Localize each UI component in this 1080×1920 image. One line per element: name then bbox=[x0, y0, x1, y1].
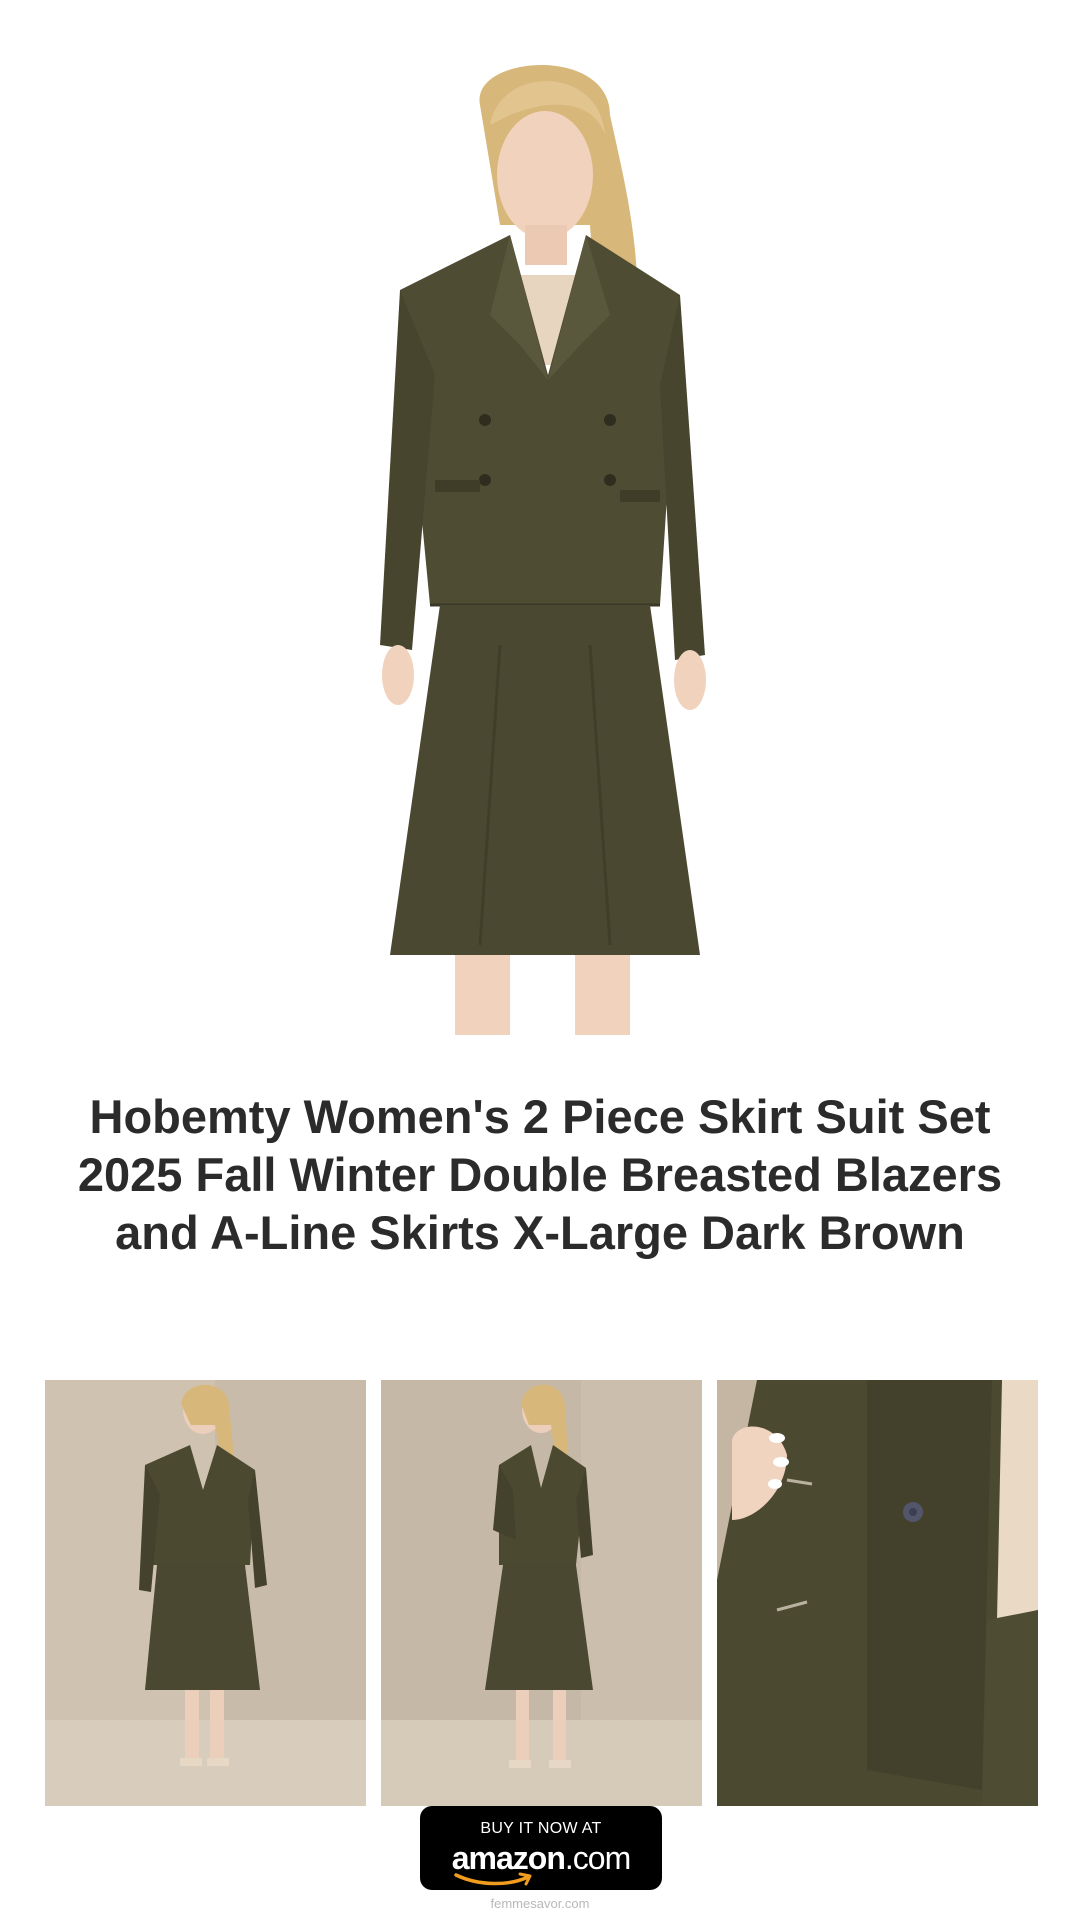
amazon-logo-tld: .com bbox=[564, 1840, 631, 1876]
buy-button-caption: BUY IT NOW AT bbox=[480, 1820, 602, 1837]
woman-in-olive-skirt-suit-image bbox=[380, 65, 706, 1035]
thumbnail-detail-view[interactable] bbox=[717, 1380, 1038, 1806]
thumbnail-front-view[interactable] bbox=[45, 1380, 366, 1806]
amazon-logo-main: amazon bbox=[451, 1840, 566, 1876]
product-title: Hobemty Women's 2 Piece Skirt Suit Set 2… bbox=[77, 1090, 1003, 1259]
main-product-image[interactable] bbox=[360, 45, 720, 1035]
blazer-detail-closeup-image bbox=[717, 1380, 1038, 1806]
thumbnail-side-view[interactable] bbox=[381, 1380, 702, 1806]
amazon-smile-icon bbox=[454, 1872, 532, 1886]
footer-site-name: femmesavor.com bbox=[490, 1896, 590, 1911]
buy-on-amazon-button[interactable]: BUY IT NOW AT amazon.com bbox=[420, 1806, 662, 1890]
amazon-logo-text: amazon.com bbox=[420, 1840, 662, 1876]
full-length-three-quarter-view-image bbox=[381, 1380, 702, 1806]
full-length-front-view-image bbox=[45, 1380, 366, 1806]
